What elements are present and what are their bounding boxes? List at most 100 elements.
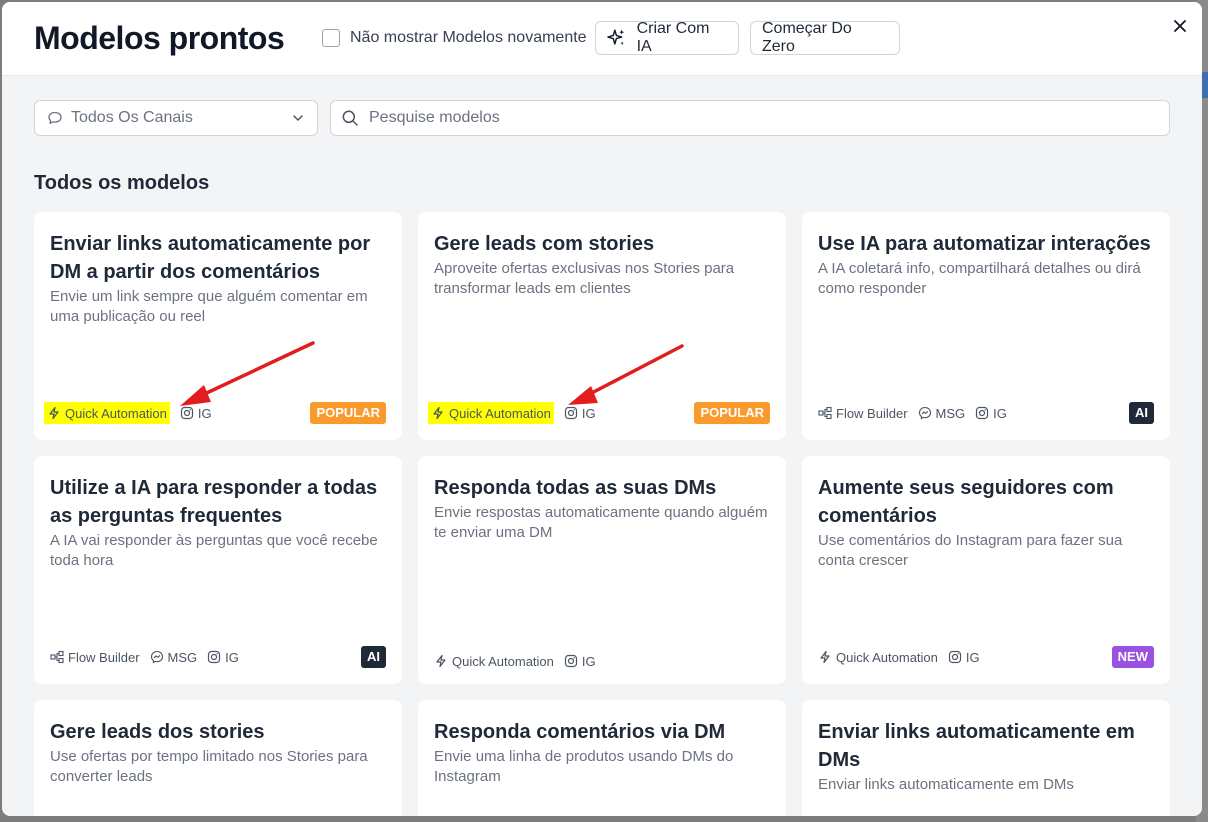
dont-show-again-checkbox[interactable] bbox=[322, 29, 340, 47]
card-title: Use IA para automatizar interações bbox=[818, 233, 1151, 255]
messenger-icon bbox=[150, 650, 163, 664]
instagram-tag: IG bbox=[180, 402, 212, 424]
card-title: Responda todas as suas DMs bbox=[434, 477, 717, 499]
template-card[interactable]: Utilize a IA para responder a todas as p… bbox=[34, 456, 402, 684]
card-footer: Flow Builder MSG IG AI bbox=[818, 402, 1154, 424]
card-description: Use ofertas por tempo limitado nos Stori… bbox=[50, 748, 368, 785]
template-card[interactable]: Aumente seus seguidores com comentários … bbox=[802, 456, 1170, 684]
create-with-ai-label: Criar Com IA bbox=[636, 20, 710, 55]
quick-automation-label: Quick Automation bbox=[836, 649, 938, 665]
channel-filter-value: Todos Os Canais bbox=[71, 109, 193, 126]
flow-builder-label: Flow Builder bbox=[68, 649, 140, 665]
close-icon[interactable] bbox=[1170, 16, 1190, 36]
quick-automation-label: Quick Automation bbox=[452, 653, 554, 669]
quick-automation-label: Quick Automation bbox=[65, 405, 167, 421]
instagram-icon bbox=[564, 406, 577, 420]
card-title: Utilize a IA para responder a todas as p… bbox=[50, 477, 378, 527]
template-card[interactable]: Responda todas as suas DMs Envie respost… bbox=[418, 456, 786, 684]
template-card[interactable]: Responda comentários via DM Envie uma li… bbox=[418, 700, 786, 816]
card-description: A IA coletará info, compartilhará detalh… bbox=[818, 260, 1141, 297]
messenger-label: MSG bbox=[167, 649, 198, 665]
card-description: Aproveite ofertas exclusivas nos Stories… bbox=[434, 260, 735, 297]
instagram-label: IG bbox=[965, 649, 980, 665]
modal-header: Modelos prontos Não mostrar Modelos nova… bbox=[2, 2, 1202, 76]
flow-builder-tag: Flow Builder bbox=[818, 402, 908, 424]
instagram-tag: IG bbox=[207, 646, 239, 668]
lightning-icon bbox=[433, 406, 443, 420]
search-box[interactable] bbox=[330, 100, 1170, 136]
instagram-label: IG bbox=[225, 649, 239, 665]
instagram-icon bbox=[948, 650, 961, 664]
templates-modal: Modelos prontos Não mostrar Modelos nova… bbox=[2, 2, 1202, 816]
create-with-ai-button[interactable]: Criar Com IA bbox=[595, 20, 739, 55]
quick-automation-tag: Quick Automation bbox=[434, 650, 554, 672]
instagram-label: IG bbox=[993, 405, 1007, 421]
quick-automation-tag: Quick Automation bbox=[818, 646, 938, 668]
card-description: Envie uma linha de produtos usando DMs d… bbox=[434, 748, 734, 785]
sparkles-icon bbox=[607, 29, 625, 45]
messenger-tag: MSG bbox=[150, 646, 198, 668]
flow-builder-tag: Flow Builder bbox=[50, 646, 140, 668]
channel-filter-select[interactable]: Todos Os Canais bbox=[34, 100, 318, 136]
instagram-icon bbox=[208, 650, 221, 664]
flow-nodes-icon bbox=[50, 650, 64, 664]
flow-nodes-icon bbox=[818, 406, 832, 420]
lightning-icon bbox=[436, 654, 446, 668]
search-input[interactable] bbox=[367, 108, 1169, 128]
instagram-tag: IG bbox=[975, 402, 1007, 424]
card-description: Enviar links automaticamente em DMs bbox=[818, 776, 1074, 793]
instagram-icon bbox=[180, 406, 193, 420]
chat-bubble-icon bbox=[48, 111, 62, 124]
card-footer: Quick Automation IG NEW bbox=[818, 646, 1154, 668]
ai-badge: AI bbox=[361, 646, 386, 668]
template-card[interactable]: Enviar links automaticamente em DMs Envi… bbox=[802, 700, 1170, 816]
card-footer: Quick Automation IG POPULAR bbox=[428, 402, 770, 424]
instagram-label: IG bbox=[197, 405, 212, 421]
instagram-icon bbox=[976, 406, 989, 420]
template-card[interactable]: Use IA para automatizar interações A IA … bbox=[802, 212, 1170, 440]
quick-automation-label: Quick Automation bbox=[449, 405, 551, 421]
ai-badge: AI bbox=[1129, 402, 1154, 424]
card-description: A IA vai responder às perguntas que você… bbox=[50, 532, 378, 569]
instagram-tag: IG bbox=[564, 650, 596, 672]
modal-title: Modelos prontos bbox=[34, 20, 285, 56]
card-title: Enviar links automaticamente por DM a pa… bbox=[50, 233, 371, 283]
section-title: Todos os modelos bbox=[34, 172, 210, 194]
card-footer: Quick Automation IG POPULAR bbox=[44, 402, 386, 424]
messenger-icon bbox=[918, 406, 931, 420]
new-badge: NEW bbox=[1111, 646, 1154, 668]
template-card[interactable]: Gere leads com stories Aproveite ofertas… bbox=[418, 212, 786, 440]
lightning-icon bbox=[820, 650, 830, 664]
card-title: Gere leads com stories bbox=[434, 233, 655, 255]
messenger-tag: MSG bbox=[918, 402, 966, 424]
search-icon bbox=[342, 110, 358, 126]
card-title: Enviar links automaticamente em DMs bbox=[818, 721, 1135, 771]
card-title: Responda comentários via DM bbox=[434, 721, 726, 743]
instagram-label: IG bbox=[581, 405, 596, 421]
quick-automation-tag: Quick Automation bbox=[44, 402, 170, 424]
messenger-label: MSG bbox=[935, 405, 966, 421]
card-title: Aumente seus seguidores com comentários bbox=[818, 477, 1114, 527]
lightning-icon bbox=[49, 406, 59, 420]
dont-show-again-label: Não mostrar Modelos novamente bbox=[350, 29, 587, 46]
card-description: Envie respostas automaticamente quando a… bbox=[434, 504, 768, 541]
template-card[interactable]: Gere leads dos stories Use ofertas por t… bbox=[34, 700, 402, 816]
flow-builder-label: Flow Builder bbox=[836, 405, 908, 421]
card-footer: Quick Automation IG bbox=[434, 650, 770, 672]
card-footer: Flow Builder MSG IG AI bbox=[50, 646, 386, 668]
quick-automation-tag: Quick Automation bbox=[428, 402, 554, 424]
popular-badge: POPULAR bbox=[310, 402, 386, 424]
dont-show-again-toggle[interactable]: Não mostrar Modelos novamente bbox=[322, 29, 587, 47]
instagram-tag: IG bbox=[564, 402, 596, 424]
card-title: Gere leads dos stories bbox=[50, 721, 265, 743]
start-from-scratch-button[interactable]: Começar Do Zero bbox=[750, 20, 900, 55]
popular-badge: POPULAR bbox=[694, 402, 770, 424]
chevron-down-icon bbox=[293, 115, 303, 121]
card-description: Envie um link sempre que alguém comentar… bbox=[50, 288, 368, 325]
instagram-icon bbox=[564, 654, 577, 668]
template-card[interactable]: Enviar links automaticamente por DM a pa… bbox=[34, 212, 402, 440]
instagram-tag: IG bbox=[948, 646, 980, 668]
card-description: Use comentários do Instagram para fazer … bbox=[818, 532, 1123, 569]
instagram-label: IG bbox=[581, 653, 596, 669]
start-from-scratch-label: Começar Do Zero bbox=[762, 20, 852, 55]
